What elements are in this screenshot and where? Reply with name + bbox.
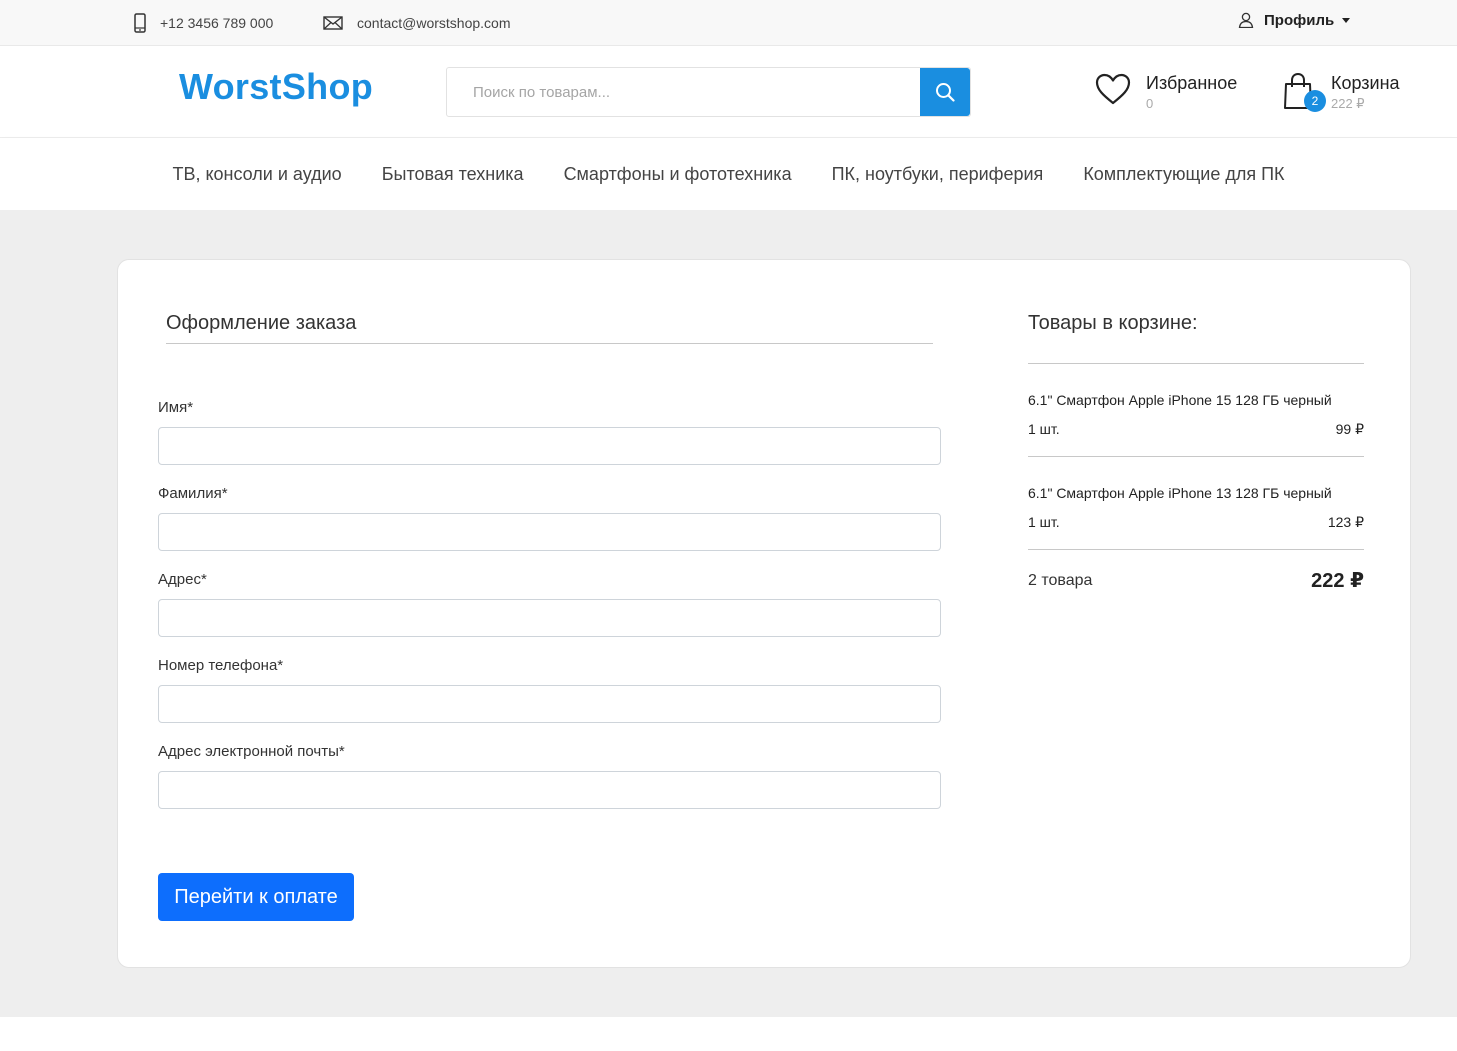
- cart-item-qty: 1 шт.: [1028, 421, 1060, 437]
- favorites-label: Избранное: [1146, 73, 1238, 93]
- first-name-input[interactable]: [158, 427, 941, 465]
- phone-group: Номер телефона*: [158, 657, 941, 723]
- phone-label: Номер телефона*: [158, 657, 284, 674]
- address-label: Адрес*: [158, 571, 207, 588]
- cart-icon-wrap: 2: [1283, 72, 1326, 112]
- phone-icon: [134, 13, 146, 33]
- envelope-icon: [323, 16, 343, 30]
- search-icon: [936, 83, 955, 102]
- cart-item-count: 2 товара: [1028, 571, 1093, 589]
- chevron-down-icon: [1342, 17, 1351, 23]
- search-input[interactable]: [447, 68, 920, 116]
- cart-label: Корзина: [1331, 73, 1400, 93]
- checkout-card: Оформление заказа Имя* Фамилия* Адрес* Н…: [117, 259, 1411, 968]
- cart-item-name[interactable]: 6.1" Смартфон Apple iPhone 13 128 ГБ чер…: [1028, 485, 1364, 501]
- search-button[interactable]: [920, 68, 970, 116]
- cart-summary: Товары в корзине: 6.1" Смартфон Apple iP…: [1028, 312, 1364, 593]
- address-input[interactable]: [158, 599, 941, 637]
- email-label: Адрес электронной почты*: [158, 743, 345, 760]
- first-name-label: Имя*: [158, 399, 194, 416]
- address-group: Адрес*: [158, 571, 941, 637]
- cart-link[interactable]: 2 Корзина 222 ₽: [1283, 72, 1400, 112]
- nav-item-appliances[interactable]: Бытовая техника: [382, 164, 524, 185]
- phone-contact[interactable]: +12 3456 789 000: [134, 0, 273, 46]
- phone-input[interactable]: [158, 685, 941, 723]
- email-address: contact@worstshop.com: [357, 15, 511, 31]
- cart-total-sum: 222 ₽: [1311, 570, 1364, 592]
- profile-label: Профиль: [1264, 11, 1335, 29]
- last-name-label: Фамилия*: [158, 485, 228, 502]
- cart-item-price: 99 ₽: [1335, 421, 1364, 437]
- cart-total: 222 ₽: [1331, 96, 1365, 111]
- profile-dropdown[interactable]: Профиль: [1238, 0, 1351, 40]
- cart-summary-title: Товары в корзине:: [1028, 312, 1364, 364]
- nav-item-tv[interactable]: ТВ, консоли и аудио: [172, 164, 341, 185]
- top-bar: +12 3456 789 000 contact@worstshop.com П…: [0, 0, 1457, 46]
- nav-item-pc[interactable]: ПК, ноутбуки, периферия: [832, 164, 1044, 185]
- cart-item: 6.1" Смартфон Apple iPhone 13 128 ГБ чер…: [1028, 457, 1364, 550]
- favorites-link[interactable]: Избранное 0: [1094, 72, 1237, 111]
- cart-count-badge: 2: [1304, 90, 1326, 112]
- header: WorstShop Избранное 0 2 Корзина 222 ₽: [0, 46, 1457, 138]
- proceed-to-payment-button[interactable]: Перейти к оплате: [158, 873, 354, 921]
- cart-summary-total: 2 товара 222 ₽: [1028, 550, 1364, 593]
- checkout-title: Оформление заказа: [166, 312, 933, 344]
- category-nav: ТВ, консоли и аудио Бытовая техника Смар…: [0, 138, 1457, 210]
- search-bar: [446, 67, 971, 117]
- last-name-input[interactable]: [158, 513, 941, 551]
- email-group: Адрес электронной почты*: [158, 743, 941, 809]
- first-name-group: Имя*: [158, 399, 941, 465]
- email-input[interactable]: [158, 771, 941, 809]
- logo[interactable]: WorstShop: [179, 66, 373, 108]
- email-contact[interactable]: contact@worstshop.com: [323, 0, 511, 46]
- last-name-group: Фамилия*: [158, 485, 941, 551]
- cart-item-price: 123 ₽: [1327, 514, 1364, 530]
- cart-item-name[interactable]: 6.1" Смартфон Apple iPhone 15 128 ГБ чер…: [1028, 392, 1364, 408]
- phone-number: +12 3456 789 000: [160, 15, 274, 31]
- favorites-count: 0: [1146, 96, 1154, 111]
- nav-item-smartphones[interactable]: Смартфоны и фототехника: [564, 164, 792, 185]
- main-content: Оформление заказа Имя* Фамилия* Адрес* Н…: [0, 210, 1457, 1017]
- user-icon: [1238, 12, 1254, 28]
- cart-item: 6.1" Смартфон Apple iPhone 15 128 ГБ чер…: [1028, 364, 1364, 457]
- heart-icon: [1095, 73, 1131, 105]
- nav-item-components[interactable]: Комплектующие для ПК: [1083, 164, 1284, 185]
- cart-item-qty: 1 шт.: [1028, 514, 1060, 530]
